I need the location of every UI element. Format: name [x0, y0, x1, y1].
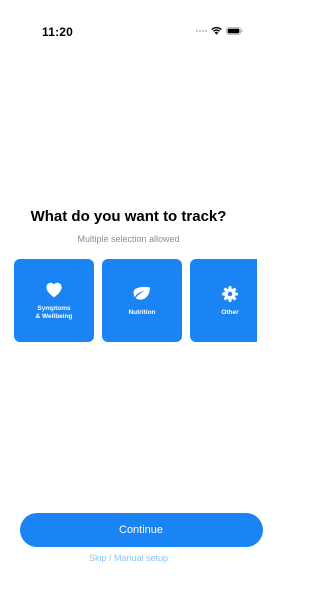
status-indicators	[196, 27, 243, 35]
signal-icon	[196, 30, 207, 32]
option-card-symptoms[interactable]: Symptoms & Wellbeing	[14, 259, 94, 342]
leaf-icon	[132, 284, 152, 304]
option-label: Nutrition	[128, 309, 156, 316]
wifi-icon	[211, 27, 222, 35]
heart-icon	[45, 280, 63, 300]
page-title: What do you want to track?	[30, 208, 227, 225]
status-bar: 11:20	[0, 0, 257, 44]
tracking-options: Symptoms & Wellbeing Nutrition Other	[14, 259, 257, 342]
option-label: Other	[221, 309, 239, 316]
continue-button[interactable]: Continue	[20, 513, 263, 547]
page-subtitle: Multiple selection allowed	[77, 234, 180, 244]
option-label: Symptoms & Wellbeing	[35, 305, 73, 320]
option-card-nutrition[interactable]: Nutrition	[102, 259, 182, 342]
status-time: 11:20	[42, 25, 74, 39]
skip-manual-setup-link[interactable]: Skip / Manual setup	[0, 553, 257, 563]
battery-icon	[226, 27, 243, 35]
gear-icon	[221, 284, 239, 304]
option-card-other[interactable]: Other	[190, 259, 257, 342]
continue-button-label: Continue	[119, 524, 164, 536]
